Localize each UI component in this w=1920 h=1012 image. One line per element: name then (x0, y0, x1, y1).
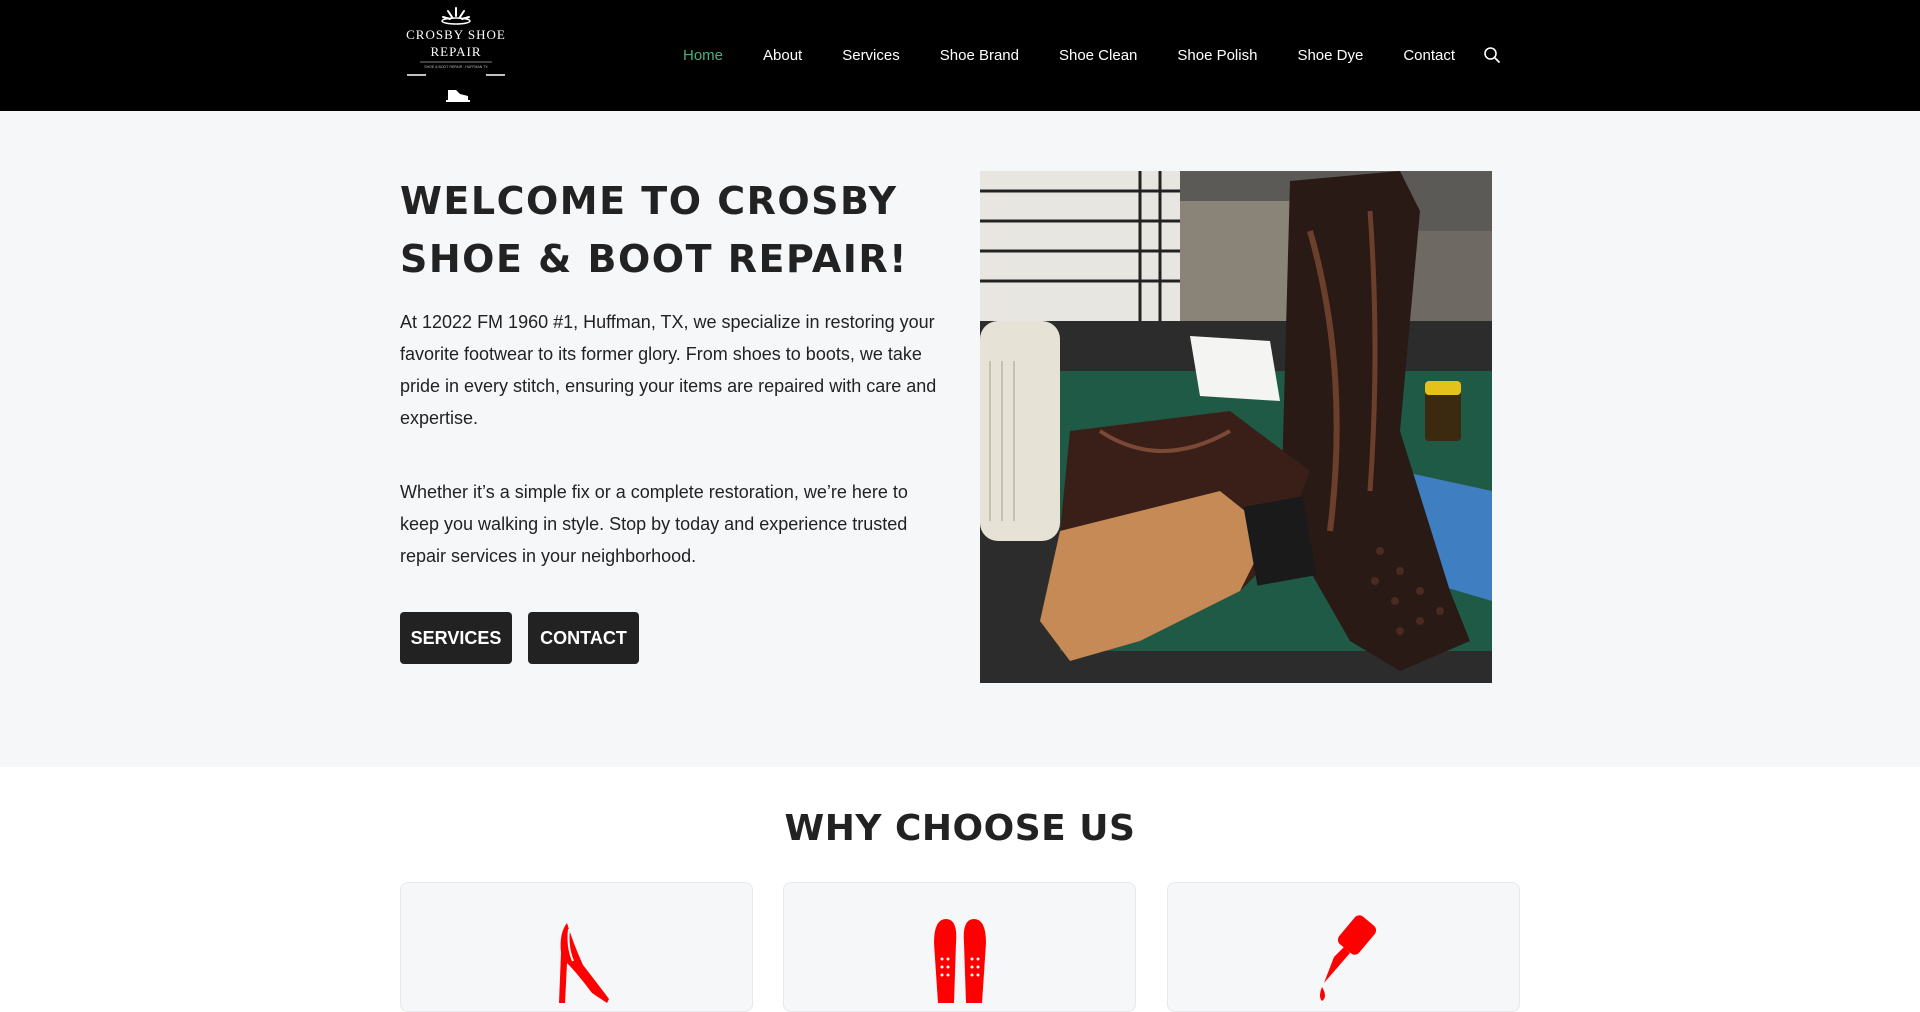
nav-services[interactable]: Services (842, 47, 900, 64)
nav-shoe-dye[interactable]: Shoe Dye (1297, 47, 1363, 64)
insoles-icon (920, 913, 1000, 1003)
glue-bottle-icon (1304, 913, 1384, 1003)
nav-shoe-polish[interactable]: Shoe Polish (1177, 47, 1257, 64)
svg-text:CROSBY SHOE: CROSBY SHOE (406, 27, 506, 42)
why-choose-us-title: WHY CHOOSE US (784, 808, 1136, 849)
site-logo[interactable]: CROSBY SHOE REPAIR SHOE & BOOT REPAIR · … (400, 4, 512, 106)
logo-graphic: CROSBY SHOE REPAIR SHOE & BOOT REPAIR · … (400, 4, 512, 106)
nav-shoe-brand[interactable]: Shoe Brand (940, 47, 1019, 64)
nav-shoe-clean[interactable]: Shoe Clean (1059, 47, 1137, 64)
hero-title: WELCOME TO CROSBY SHOE & BOOT REPAIR! (400, 179, 908, 281)
high-heel-icon (537, 913, 617, 1003)
search-icon[interactable] (1483, 46, 1501, 64)
svg-text:REPAIR: REPAIR (430, 44, 481, 59)
hero-paragraph-intro: At 12022 FM 1960 #1, Huffman, TX, we spe… (400, 312, 937, 428)
nav-about[interactable]: About (763, 47, 802, 64)
main-nav: Home About Services Shoe Brand Shoe Clea… (683, 0, 1495, 111)
nav-contact[interactable]: Contact (1403, 47, 1455, 64)
nav-home[interactable]: Home (683, 47, 723, 64)
svg-text:SHOE & BOOT REPAIR · HUFFMAN T: SHOE & BOOT REPAIR · HUFFMAN TX (424, 65, 488, 69)
site-header: CROSBY SHOE REPAIR SHOE & BOOT REPAIR · … (0, 0, 1920, 111)
hero-section: WELCOME TO CROSBY SHOE & BOOT REPAIR! At… (0, 111, 1920, 767)
contact-button[interactable]: CONTACT (528, 612, 639, 664)
services-button[interactable]: SERVICES (400, 612, 512, 664)
hero-boots-image (980, 171, 1492, 683)
hero-paragraph-outro: Whether it’s a simple fix or a complete … (400, 482, 908, 566)
